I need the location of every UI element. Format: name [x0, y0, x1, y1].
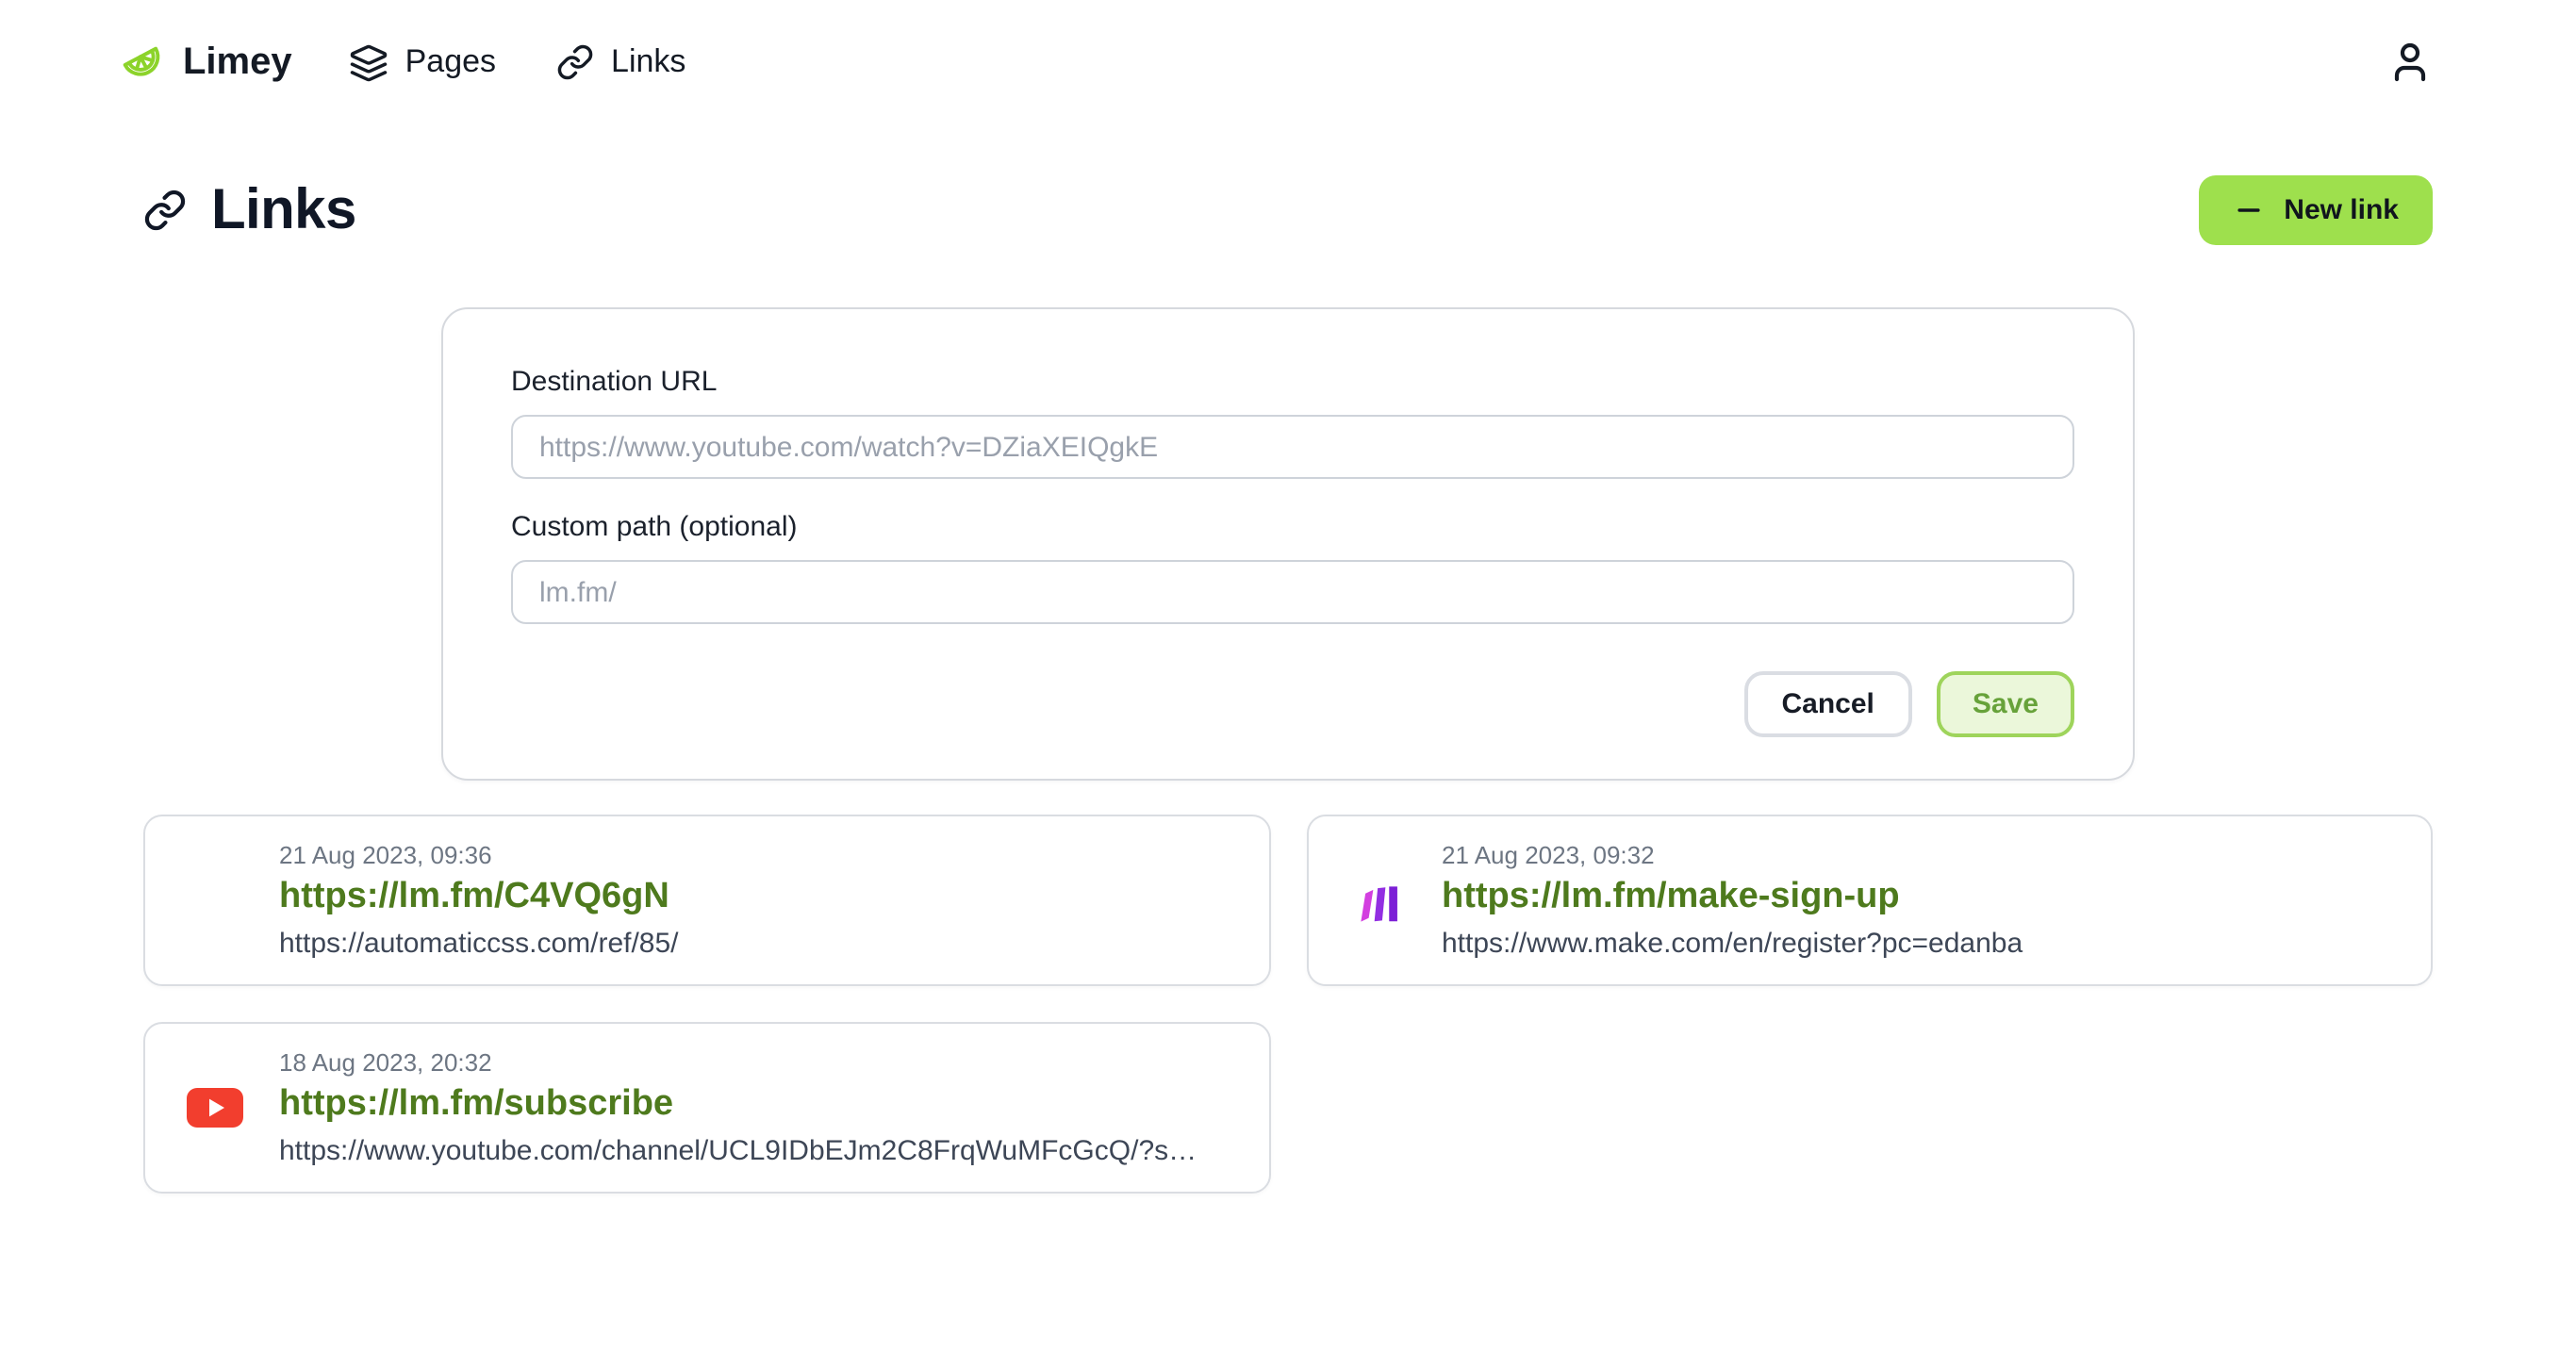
link-card: 21 Aug 2023, 09:36 https://lm.fm/C4VQ6gN… — [143, 815, 1270, 986]
destination-url-label: Destination URL — [511, 366, 2074, 398]
link-timestamp: 21 Aug 2023, 09:36 — [279, 841, 679, 869]
custom-path-label: Custom path (optional) — [511, 511, 2074, 543]
form-actions: Cancel Save — [511, 671, 2074, 737]
link-info: 21 Aug 2023, 09:32 https://lm.fm/make-si… — [1442, 841, 2023, 960]
link-timestamp: 18 Aug 2023, 20:32 — [279, 1048, 1197, 1077]
links-list: 21 Aug 2023, 09:36 https://lm.fm/C4VQ6gN… — [143, 815, 2433, 1194]
destination-url-text: https://www.make.com/en/register?pc=edan… — [1442, 928, 2023, 960]
short-url-link[interactable]: https://lm.fm/make-sign-up — [1442, 877, 2023, 918]
custom-path-input[interactable] — [511, 560, 2074, 624]
link-info: 18 Aug 2023, 20:32 https://lm.fm/subscri… — [279, 1048, 1197, 1167]
make-icon — [1349, 876, 1406, 925]
automaticcss-icon — [187, 875, 243, 926]
youtube-icon — [187, 1088, 243, 1128]
brand-home-link[interactable]: Limey — [119, 38, 292, 87]
page-title: Links — [211, 178, 356, 242]
destination-url-input[interactable] — [511, 415, 2074, 479]
new-link-button-label: New link — [2284, 194, 2399, 226]
link-timestamp: 21 Aug 2023, 09:32 — [1442, 841, 2023, 869]
save-button[interactable]: Save — [1937, 671, 2074, 737]
user-menu-button[interactable] — [2387, 40, 2433, 85]
brand-name: Limey — [183, 41, 292, 84]
short-url-link[interactable]: https://lm.fm/subscribe — [279, 1084, 1197, 1126]
nav-item-pages-label: Pages — [405, 43, 496, 81]
link-card: 18 Aug 2023, 20:32 https://lm.fm/subscri… — [143, 1022, 1270, 1194]
new-link-button[interactable]: New link — [2199, 175, 2433, 245]
user-icon — [2387, 40, 2433, 85]
top-navigation: Limey Pages Links — [0, 0, 2576, 124]
page-header-row: Links New link — [143, 175, 2433, 245]
main-content: Links New link Destination URL Custom pa… — [0, 175, 2576, 1194]
minus-icon — [2233, 194, 2265, 226]
nav-item-pages[interactable]: Pages — [349, 42, 496, 82]
layers-icon — [349, 42, 388, 82]
link-info: 21 Aug 2023, 09:36 https://lm.fm/C4VQ6gN… — [279, 841, 679, 960]
link-icon — [556, 43, 594, 81]
app-window: Limey Pages Links — [0, 0, 2576, 1367]
link-icon — [143, 189, 187, 232]
nav-item-links-label: Links — [611, 43, 685, 81]
new-link-form: Destination URL Custom path (optional) C… — [441, 307, 2135, 781]
nav-item-links[interactable]: Links — [556, 43, 685, 81]
short-url-link[interactable]: https://lm.fm/C4VQ6gN — [279, 877, 679, 918]
link-card: 21 Aug 2023, 09:32 https://lm.fm/make-si… — [1306, 815, 2433, 986]
destination-url-text: https://www.youtube.com/channel/UCL9IDbE… — [279, 1135, 1197, 1167]
cancel-button[interactable]: Cancel — [1744, 671, 1912, 737]
destination-url-text: https://automaticcss.com/ref/85/ — [279, 928, 679, 960]
lime-slice-icon — [119, 38, 168, 87]
